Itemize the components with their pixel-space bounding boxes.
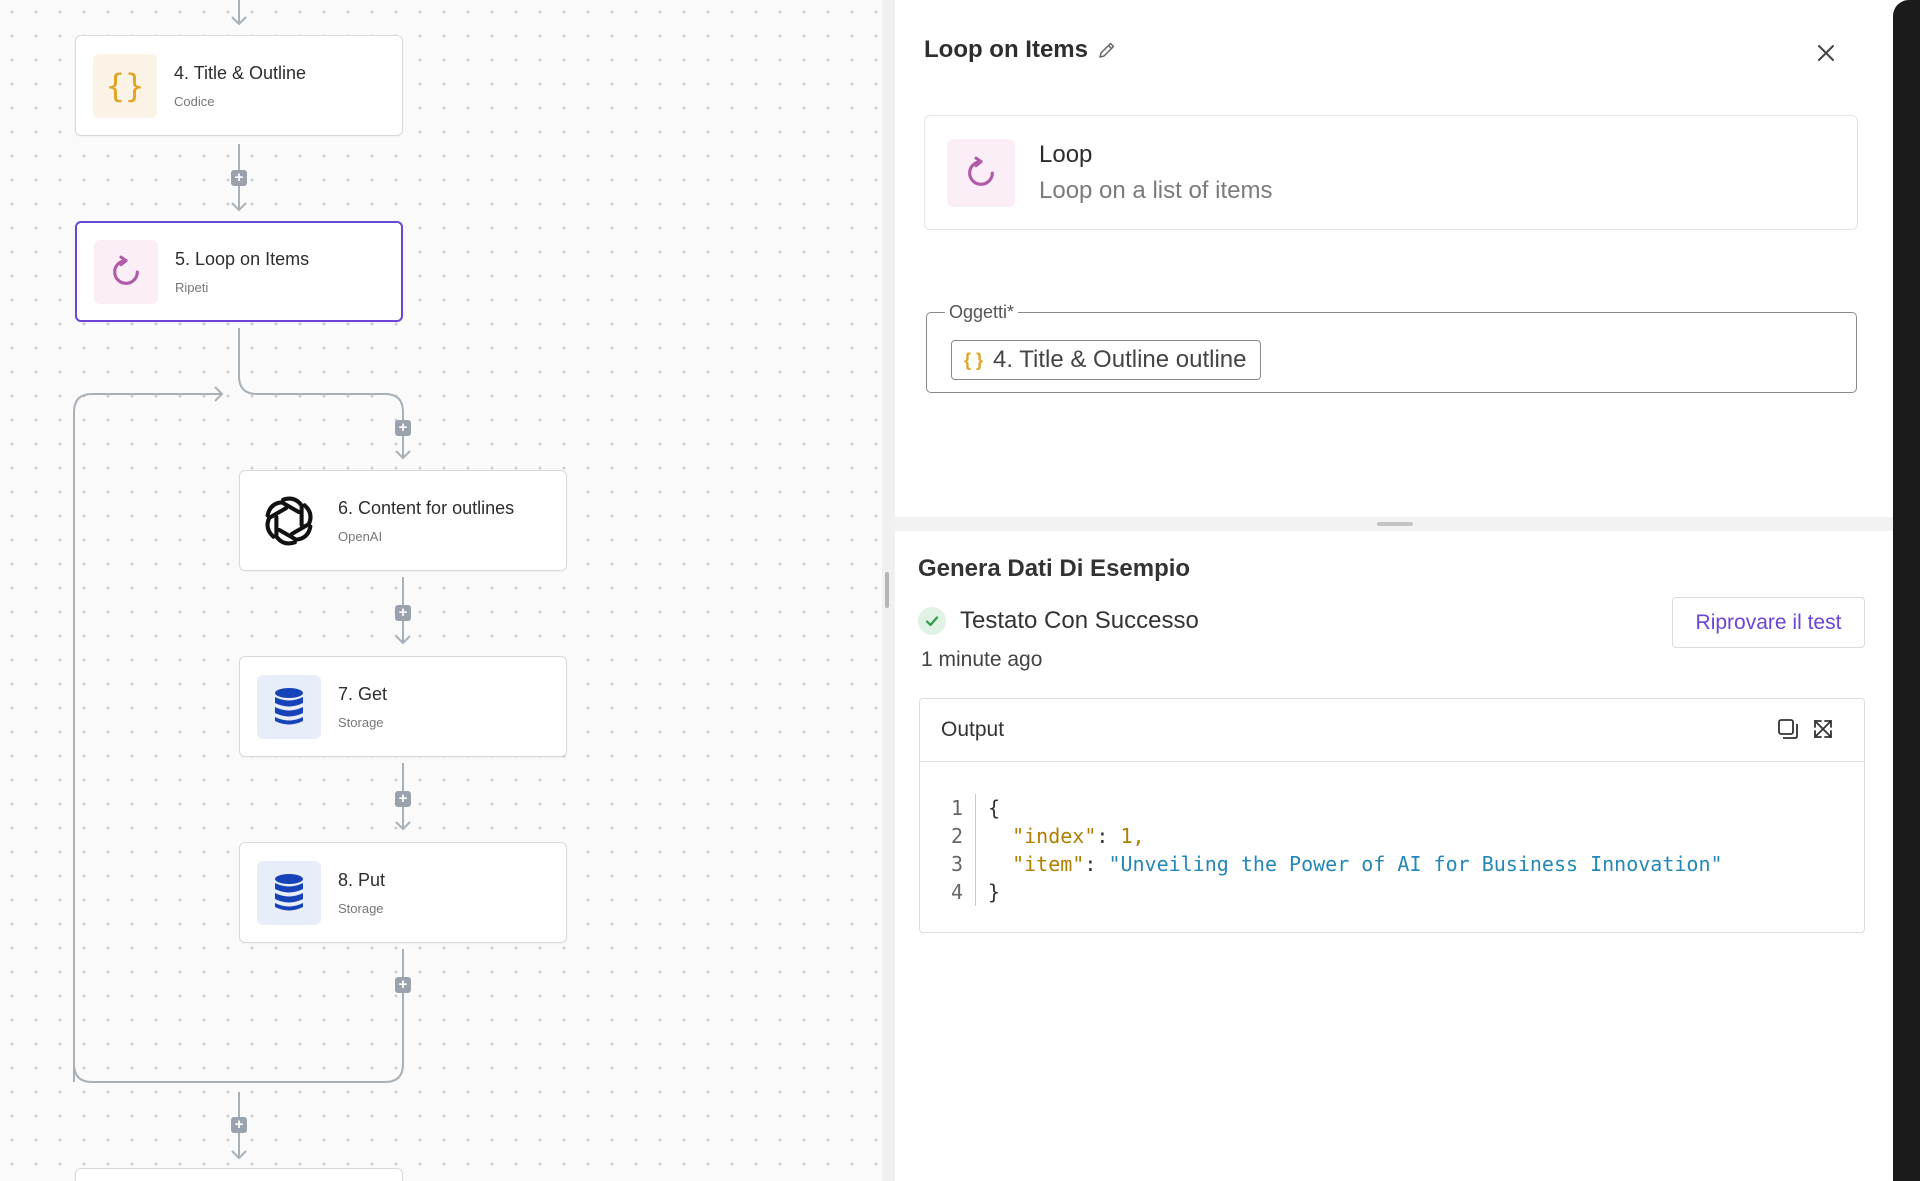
code-text: "index": 1, [1012, 824, 1145, 848]
code-line: 1 { [950, 794, 1723, 822]
node-subtitle: Codice [174, 93, 215, 109]
json-value: 1, [1120, 824, 1145, 848]
code-braces-icon: {} [93, 53, 157, 118]
items-reference-chip[interactable]: { } 4. Title & Outline outline [951, 340, 1261, 380]
flow-node-content-for-outlines[interactable]: 6. Content for outlines OpenAI [239, 470, 567, 571]
json-code-block[interactable]: 1 { 2 "index": 1, 3 "item": "Unveiling t… [950, 794, 1723, 906]
line-number: 3 [950, 850, 976, 878]
retry-test-button[interactable]: Riprovare il test [1672, 597, 1865, 648]
window-edge [1893, 0, 1920, 1181]
code-text: { [988, 796, 1001, 820]
node-title: 8. Put [338, 869, 386, 890]
flow-node-next[interactable] [75, 1168, 403, 1181]
json-key: "item" [1012, 852, 1085, 876]
step-title: Loop on Items [924, 36, 1088, 63]
splitter-handle[interactable] [885, 572, 889, 608]
node-subtitle: Ripeti [175, 279, 209, 295]
add-step-button[interactable]: + [395, 605, 411, 621]
node-title: 6. Content for outlines [338, 497, 515, 518]
database-icon [257, 860, 321, 925]
loop-icon [94, 239, 158, 304]
piece-description: Loop on a list of items [1039, 176, 1273, 204]
flow-node-put[interactable]: 8. Put Storage [239, 842, 567, 943]
close-icon[interactable] [1814, 41, 1838, 65]
code-line: 3 "item": "Unveiling the Power of AI for… [950, 850, 1723, 878]
node-title: 7. Get [338, 683, 388, 704]
node-title: 4. Title & Outline [174, 62, 307, 83]
line-number: 1 [950, 794, 976, 822]
edit-pencil-icon[interactable] [1097, 40, 1117, 60]
output-viewer: Output 1 {2 "index": 1, 3 "item": "Unve… [919, 698, 1865, 933]
test-timestamp: 1 minute ago [921, 648, 1043, 671]
flow-canvas[interactable]: + + + + + + {} 4. Title & Outline Codice… [0, 0, 882, 1181]
piece-name: Loop [1039, 140, 1093, 168]
expand-icon[interactable] [1811, 717, 1835, 741]
node-subtitle: OpenAI [338, 528, 383, 544]
json-key: "index" [1012, 824, 1097, 848]
add-step-button[interactable]: + [395, 791, 411, 807]
add-step-button[interactable]: + [231, 170, 247, 186]
loop-icon [947, 138, 1015, 207]
output-title: Output [941, 718, 1005, 741]
database-icon [257, 674, 321, 739]
test-status: Testato Con Successo [960, 607, 1199, 634]
flow-connectors [73, 0, 411, 1160]
resize-grip[interactable] [1377, 522, 1413, 526]
add-step-button[interactable]: + [231, 1117, 247, 1133]
piece-info-card: Loop Loop on a list of items [924, 115, 1858, 230]
flow-node-loop-on-items[interactable]: 5. Loop on Items Ripeti [75, 221, 403, 322]
node-subtitle: Storage [338, 714, 384, 730]
code-text: } [988, 880, 1001, 904]
code-braces-icon: { } [964, 349, 984, 370]
add-step-button[interactable]: + [395, 420, 411, 436]
step-config-section: Loop on Items Loop Loop on a list of ite… [895, 0, 1893, 517]
items-label: Oggetti* [945, 302, 1019, 323]
step-settings-panel: Loop on Items Loop Loop on a list of ite… [895, 0, 1893, 1181]
flow-node-title-outline[interactable]: {} 4. Title & Outline Codice [75, 35, 403, 136]
success-check-icon [918, 607, 946, 635]
sample-data-title: Genera Dati Di Esempio [918, 555, 1191, 582]
code-line: 4 } [950, 878, 1723, 906]
code-line: 2 "index": 1, [950, 822, 1723, 850]
copy-icon[interactable] [1776, 717, 1800, 741]
node-title: 5. Loop on Items [175, 248, 310, 269]
chip-text: 4. Title & Outline outline [993, 346, 1247, 373]
node-subtitle: Storage [338, 900, 384, 916]
code-text: "item": "Unveiling the Power of AI for B… [1012, 852, 1723, 876]
openai-icon [257, 488, 321, 553]
items-input[interactable]: Oggetti* { } 4. Title & Outline outline [926, 302, 1857, 393]
sample-data-section: Genera Dati Di Esempio Testato Con Succe… [895, 531, 1893, 1181]
line-number: 2 [950, 822, 976, 850]
flow-node-get[interactable]: 7. Get Storage [239, 656, 567, 757]
line-number: 4 [950, 878, 976, 906]
add-step-button[interactable]: + [395, 977, 411, 993]
json-value: "Unveiling the Power of AI for Business … [1108, 852, 1723, 876]
